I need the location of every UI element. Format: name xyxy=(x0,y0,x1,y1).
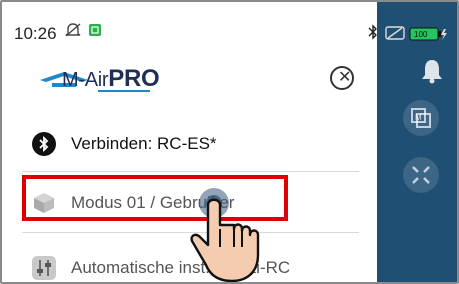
app-window: M 10:26 100 M-AirPRO ✕ Verbinden: RC-ES*… xyxy=(0,0,459,284)
bluetooth-status-icon xyxy=(368,24,377,40)
m-square-icon: M xyxy=(411,108,431,128)
logo-brand: M-Air xyxy=(62,69,109,91)
m-square-button[interactable]: M xyxy=(403,100,439,136)
expand-icon xyxy=(412,166,430,184)
svg-text:M: M xyxy=(415,113,422,122)
sliders-icon xyxy=(32,256,56,280)
close-icon: ✕ xyxy=(338,69,352,86)
divider xyxy=(22,171,359,172)
svg-text:100: 100 xyxy=(414,30,428,39)
tap-hand-icon xyxy=(190,188,260,282)
logo-text: M-AirPRO xyxy=(62,65,160,93)
menu-item-label: Verbinden: RC-ES* xyxy=(71,134,217,153)
status-bar: 10:26 100 xyxy=(2,2,457,46)
bluetooth-icon xyxy=(32,132,56,156)
bell-icon[interactable] xyxy=(421,58,443,84)
menu-item-connect[interactable]: Verbinden: RC-ES* xyxy=(2,119,359,167)
mute-icon xyxy=(65,23,81,37)
notification-app-icon xyxy=(89,24,101,36)
status-time: 10:26 xyxy=(14,24,57,43)
expand-button[interactable] xyxy=(403,157,439,193)
close-drawer-button[interactable]: ✕ xyxy=(330,66,354,90)
menu-item-auto-setup[interactable]: Automatische inst... Multi-RC xyxy=(2,243,359,282)
battery-icon: 100 xyxy=(409,27,447,41)
logo-suffix: PRO xyxy=(108,65,160,92)
no-sim-icon xyxy=(385,26,405,40)
